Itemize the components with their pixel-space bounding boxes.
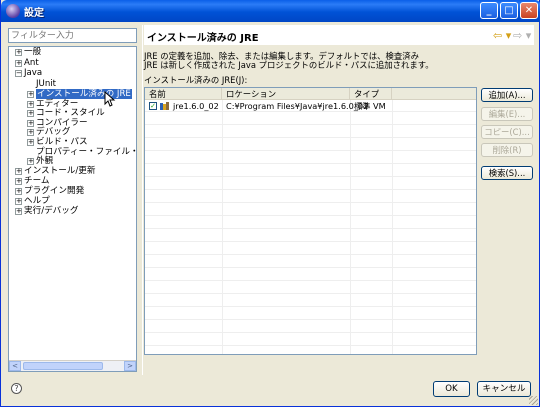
column-header-type[interactable]: タイプ — [350, 88, 392, 100]
jre-location: C:¥Program Files¥Java¥jre1.6.0_02 — [226, 101, 369, 111]
table-row — [145, 126, 476, 138]
expand-toggle[interactable]: + — [27, 129, 34, 136]
table-row — [145, 139, 476, 151]
table-header: 名前 ロケーション タイプ — [145, 88, 476, 100]
window-title: 設定 — [24, 8, 44, 19]
expand-toggle[interactable]: + — [15, 208, 22, 215]
resize-grip[interactable] — [529, 396, 538, 405]
tree-item-general[interactable]: + 一般 — [15, 47, 41, 58]
tree-item-label: ビルド・パス — [36, 137, 88, 147]
column-header-location[interactable]: ロケーション — [222, 88, 350, 100]
tree-item-label: プラグイン開発 — [24, 186, 85, 196]
table-row — [145, 204, 476, 216]
help-icon[interactable]: ? — [11, 383, 22, 394]
ok-button[interactable]: OK — [433, 381, 470, 397]
maximize-button[interactable]: □ — [500, 2, 518, 19]
pane-sash[interactable] — [142, 25, 143, 375]
table-row — [145, 217, 476, 229]
tree-item-label: デバッグ — [36, 127, 71, 137]
minimize-button[interactable]: _ — [480, 2, 498, 19]
expand-toggle[interactable]: + — [27, 110, 34, 117]
preferences-dialog: 設定 _ □ ✕ +一般 +Ant −Java JUnit +インストール済みの… — [0, 0, 540, 407]
collapse-toggle[interactable]: − — [15, 70, 22, 77]
expand-toggle[interactable]: + — [15, 60, 22, 67]
table-row — [145, 113, 476, 125]
tree-item-java[interactable]: − Java — [15, 68, 42, 79]
search-jre-button[interactable]: 検索(S)... — [481, 166, 533, 180]
expand-toggle[interactable]: + — [27, 120, 34, 127]
copy-jre-button[interactable]: コピー(C)... — [481, 125, 533, 139]
table-row — [145, 269, 476, 281]
installed-jres-label: インストール済みの JRE(J): — [144, 75, 248, 85]
tree-item-label: ヘルプ — [24, 196, 50, 206]
expand-toggle[interactable]: + — [27, 91, 34, 98]
table-row — [145, 334, 476, 346]
table-row — [145, 282, 476, 294]
tree-item-label: 外観 — [36, 156, 54, 166]
expand-toggle[interactable]: + — [27, 139, 34, 146]
tree-item-run-debug[interactable]: + 実行/デバッグ — [15, 206, 78, 217]
expand-toggle[interactable]: + — [15, 49, 22, 56]
expand-toggle[interactable]: + — [27, 158, 34, 165]
page-description: JRE の定義を追加、除去、または編集します。デフォルトでは、検査済み JRE … — [144, 52, 524, 70]
mouse-cursor-icon — [104, 91, 116, 107]
scroll-right-button[interactable]: > — [124, 361, 136, 371]
expand-toggle[interactable]: + — [15, 168, 22, 175]
back-arrow-icon[interactable]: ⇦ ▾ — [493, 29, 511, 42]
jre-table[interactable]: 名前 ロケーション タイプ ✓ jre1.6.0_02 C:¥Program F… — [144, 87, 477, 355]
add-jre-button[interactable]: 追加(A)... — [481, 88, 533, 102]
table-row[interactable]: ✓ jre1.6.0_02 C:¥Program Files¥Java¥jre1… — [145, 100, 476, 112]
jre-library-icon — [160, 102, 169, 110]
table-row — [145, 191, 476, 203]
tree-item-label: チーム — [24, 176, 50, 186]
tree-item-label: Ant — [24, 58, 39, 68]
forward-arrow-icon[interactable]: ⇨ ▾ — [513, 29, 531, 42]
scroll-left-button[interactable]: < — [9, 361, 21, 371]
edit-jre-button[interactable]: 編集(E)... — [481, 107, 533, 121]
tree-item-label: インストール済みの JRE — [36, 89, 132, 99]
expand-toggle[interactable]: + — [15, 198, 22, 205]
preference-tree[interactable]: + 一般 + Ant − Java JUnit + インストール済みの JRE + エディ… — [8, 46, 137, 372]
default-jre-checkbox[interactable]: ✓ — [149, 102, 157, 110]
tree-item-label: コード・スタイル — [36, 108, 105, 118]
filter-input[interactable] — [8, 28, 137, 43]
table-row — [145, 256, 476, 268]
tree-item-label: Java — [24, 68, 43, 78]
table-row — [145, 152, 476, 164]
scroll-thumb[interactable] — [23, 362, 103, 370]
description-line: JRE は新しく作成された Java プロジェクトのビルド・パスに追加されます。 — [144, 60, 434, 70]
table-row — [145, 308, 476, 320]
cancel-button[interactable]: キャンセル — [477, 381, 531, 397]
tree-item-label: 実行/デバッグ — [24, 206, 79, 216]
tree-item-label: 一般 — [24, 47, 42, 57]
app-icon — [6, 4, 20, 18]
table-row — [145, 243, 476, 255]
expand-toggle[interactable]: + — [27, 101, 34, 108]
table-row — [145, 295, 476, 307]
tree-item-label: インストール/更新 — [24, 166, 96, 176]
table-row — [145, 178, 476, 190]
tree-item-label: JUnit — [36, 79, 57, 89]
close-button[interactable]: ✕ — [520, 2, 538, 19]
title-bar[interactable]: 設定 _ □ ✕ — [1, 0, 540, 22]
tree-horizontal-scrollbar[interactable]: < > — [9, 360, 136, 371]
jre-type: 標準 VM — [354, 101, 386, 111]
remove-jre-button[interactable]: 削除(R) — [481, 143, 533, 157]
table-row — [145, 165, 476, 177]
expand-toggle[interactable]: + — [15, 188, 22, 195]
table-row — [145, 321, 476, 333]
page-title: インストール済みの JRE — [147, 33, 259, 44]
expand-toggle[interactable]: + — [15, 178, 22, 185]
table-row — [145, 230, 476, 242]
jre-name: jre1.6.0_02 — [173, 101, 219, 111]
column-header-name[interactable]: 名前 — [145, 88, 222, 100]
